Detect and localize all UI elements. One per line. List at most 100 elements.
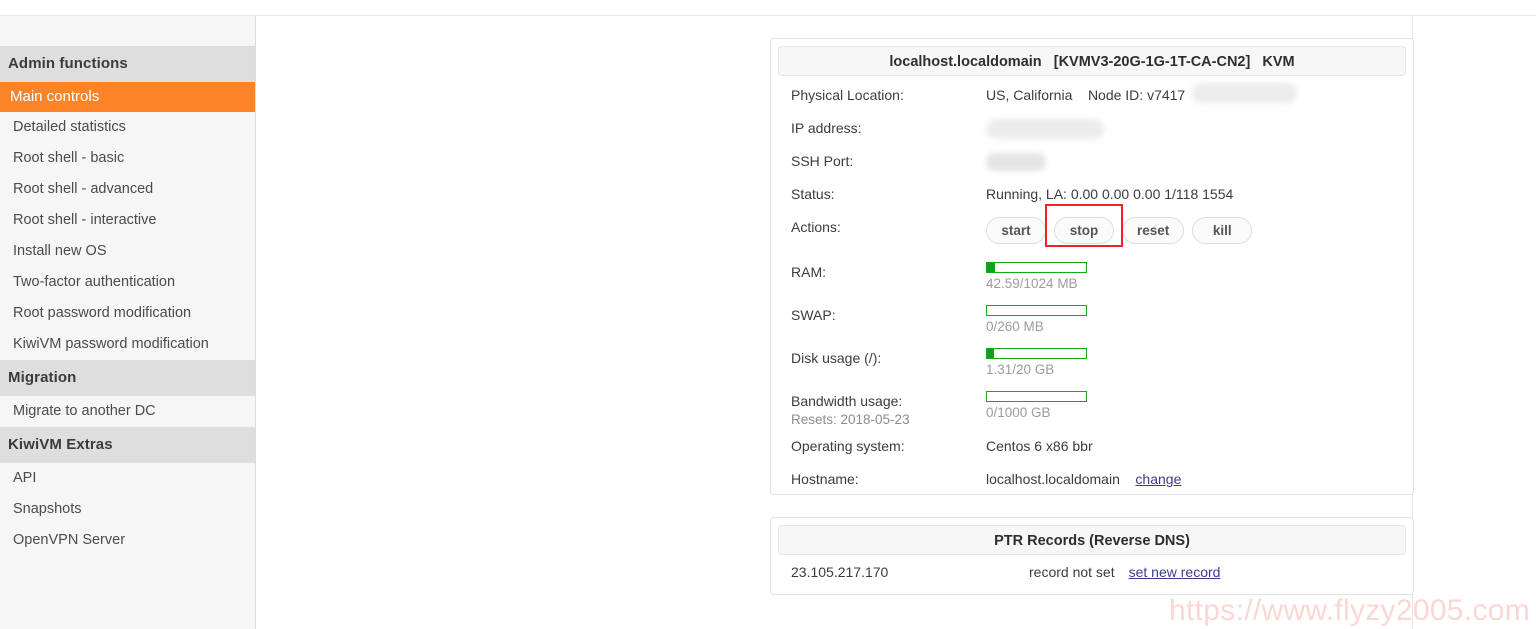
ptr-ip-value: 23.105.217.170	[791, 564, 889, 580]
swap-meter-group: 0/260 MB	[986, 305, 1266, 335]
disk-meter	[986, 348, 1087, 359]
bandwidth-reset-text: Resets: 2018-05-23	[791, 412, 910, 427]
ptr-set-new-record-link[interactable]: set new record	[1129, 564, 1221, 580]
top-strip	[0, 0, 1536, 16]
page-root: Admin functions Main controls Detailed s…	[0, 0, 1536, 629]
sidebar-item-label: Install new OS	[13, 243, 107, 259]
ssh-port-label: SSH Port:	[791, 153, 854, 169]
row-ssh-port: SSH Port:	[771, 151, 1413, 184]
stop-button[interactable]: stop	[1054, 217, 1114, 244]
sidebar-item-label: KiwiVM password modification	[13, 336, 209, 352]
hostname-value: localhost.localdomain change	[986, 469, 1181, 489]
vps-panel-title: localhost.localdomain [KVMV3-20G-1G-1T-C…	[778, 46, 1406, 76]
vps-info-panel: localhost.localdomain [KVMV3-20G-1G-1T-C…	[770, 38, 1414, 495]
row-physical-location: Physical Location: US, California Node I…	[771, 83, 1413, 118]
sidebar-item-label: Root shell - advanced	[13, 181, 154, 197]
swap-meter-text: 0/260 MB	[986, 319, 1044, 334]
sidebar-item-install-new-os[interactable]: Install new OS	[0, 236, 255, 267]
status-value: Running, LA: 0.00 0.00 0.00 1/118 1554	[986, 186, 1234, 202]
disk-meter-group: 1.31/20 GB	[986, 348, 1266, 378]
sidebar-item-label: Detailed statistics	[13, 119, 126, 135]
sidebar-item-label: Main controls	[10, 88, 100, 105]
row-hostname: Hostname: localhost.localdomain change	[771, 469, 1413, 502]
disk-meter-fill	[987, 349, 994, 358]
sidebar-item-label: Two-factor authentication	[13, 274, 176, 290]
hostname-change-link[interactable]: change	[1135, 471, 1181, 487]
ram-label: RAM:	[791, 264, 826, 280]
hostname-text: localhost.localdomain	[986, 471, 1120, 487]
ptr-state-value: record not set	[1029, 564, 1115, 580]
vps-info-rows: Physical Location: US, California Node I…	[771, 76, 1413, 502]
sidebar-item-migrate-to-another-dc[interactable]: Migrate to another DC	[0, 396, 255, 427]
row-swap: SWAP: 0/260 MB	[771, 305, 1413, 348]
sidebar-item-snapshots[interactable]: Snapshots	[0, 494, 255, 525]
sidebar-item-label: Root shell - interactive	[13, 212, 157, 228]
kill-button[interactable]: kill	[1192, 217, 1253, 244]
ptr-records-panel: PTR Records (Reverse DNS) 23.105.217.170…	[770, 517, 1414, 595]
redacted-ssh-port	[986, 153, 1046, 172]
ram-meter	[986, 262, 1087, 273]
sidebar-item-label: Snapshots	[13, 501, 82, 517]
ram-meter-group: 42.59/1024 MB	[986, 262, 1266, 292]
sidebar-item-label: Migrate to another DC	[13, 403, 156, 419]
bandwidth-meter-group: 0/1000 GB	[986, 391, 1266, 421]
hostname-label: Hostname:	[791, 471, 859, 487]
bandwidth-meter	[986, 391, 1087, 402]
ram-meter-fill	[987, 263, 995, 272]
sidebar-item-label: API	[13, 470, 37, 486]
redacted-ip-address	[986, 119, 1104, 140]
sidebar-item-root-password-modification[interactable]: Root password modification	[0, 298, 255, 329]
row-ip-address: IP address:	[771, 118, 1413, 151]
swap-meter	[986, 305, 1087, 316]
row-operating-system: Operating system: Centos 6 x86 bbr	[771, 436, 1413, 469]
sidebar-item-label: Root shell - basic	[13, 150, 125, 166]
sidebar-item-root-shell-interactive[interactable]: Root shell - interactive	[0, 205, 255, 236]
bandwidth-label: Bandwidth usage: Resets: 2018-05-23	[791, 391, 986, 429]
row-ram: RAM: 42.59/1024 MB	[771, 262, 1413, 305]
ptr-panel-title: PTR Records (Reverse DNS)	[778, 525, 1406, 555]
sidebar-item-api[interactable]: API	[0, 463, 255, 494]
sidebar-group-migration: Migration	[0, 360, 255, 396]
sidebar-group-kiwivm-extras: KiwiVM Extras	[0, 427, 255, 463]
redacted-node-detail	[1192, 83, 1297, 103]
actions-label: Actions:	[791, 219, 841, 235]
operating-system-value: Centos 6 x86 bbr	[986, 438, 1093, 454]
sidebar-top-spacer	[0, 16, 255, 46]
ram-meter-text: 42.59/1024 MB	[986, 276, 1078, 291]
ssh-port-value	[986, 151, 1046, 172]
node-id-text: Node ID: v7417	[1087, 87, 1186, 103]
sidebar-item-openvpn-server[interactable]: OpenVPN Server	[0, 525, 255, 556]
swap-label: SWAP:	[791, 307, 836, 323]
row-status: Status: Running, LA: 0.00 0.00 0.00 1/11…	[771, 184, 1413, 217]
ip-address-value	[986, 118, 1104, 140]
bandwidth-meter-text: 0/1000 GB	[986, 405, 1051, 420]
site-watermark: https://www.flyzy2005.com	[1169, 594, 1530, 627]
disk-meter-text: 1.31/20 GB	[986, 362, 1055, 377]
sidebar-item-root-shell-advanced[interactable]: Root shell - advanced	[0, 174, 255, 205]
sidebar-item-two-factor-authentication[interactable]: Two-factor authentication	[0, 267, 255, 298]
sidebar: Admin functions Main controls Detailed s…	[0, 16, 256, 629]
bandwidth-label-text: Bandwidth usage:	[791, 393, 903, 409]
vps-action-buttons: start stop reset kill	[986, 204, 1253, 247]
sidebar-item-label: OpenVPN Server	[13, 532, 126, 548]
sidebar-item-detailed-statistics[interactable]: Detailed statistics	[0, 112, 255, 143]
row-bandwidth-usage: Bandwidth usage: Resets: 2018-05-23 0/10…	[771, 391, 1413, 436]
start-button[interactable]: start	[986, 217, 1046, 244]
table-row: 23.105.217.170 record not set set new re…	[771, 555, 1413, 580]
sidebar-group-admin-functions: Admin functions	[0, 46, 255, 82]
reset-button[interactable]: reset	[1122, 217, 1185, 244]
physical-location-label: Physical Location:	[791, 87, 904, 103]
sidebar-item-root-shell-basic[interactable]: Root shell - basic	[0, 143, 255, 174]
ip-address-label: IP address:	[791, 120, 862, 136]
actions-value: start stop reset kill	[986, 204, 1253, 247]
physical-location-text: US, California	[986, 87, 1073, 103]
operating-system-label: Operating system:	[791, 438, 905, 454]
sidebar-item-label: Root password modification	[13, 305, 192, 321]
status-label: Status:	[791, 186, 835, 202]
sidebar-item-kiwivm-password-modification[interactable]: KiwiVM password modification	[0, 329, 255, 360]
row-disk-usage: Disk usage (/): 1.31/20 GB	[771, 348, 1413, 391]
physical-location-value: US, California Node ID: v7417	[986, 83, 1297, 105]
disk-usage-label: Disk usage (/):	[791, 350, 882, 366]
row-actions: Actions: start stop reset kill	[771, 204, 1413, 262]
sidebar-item-main-controls[interactable]: Main controls	[0, 82, 255, 112]
